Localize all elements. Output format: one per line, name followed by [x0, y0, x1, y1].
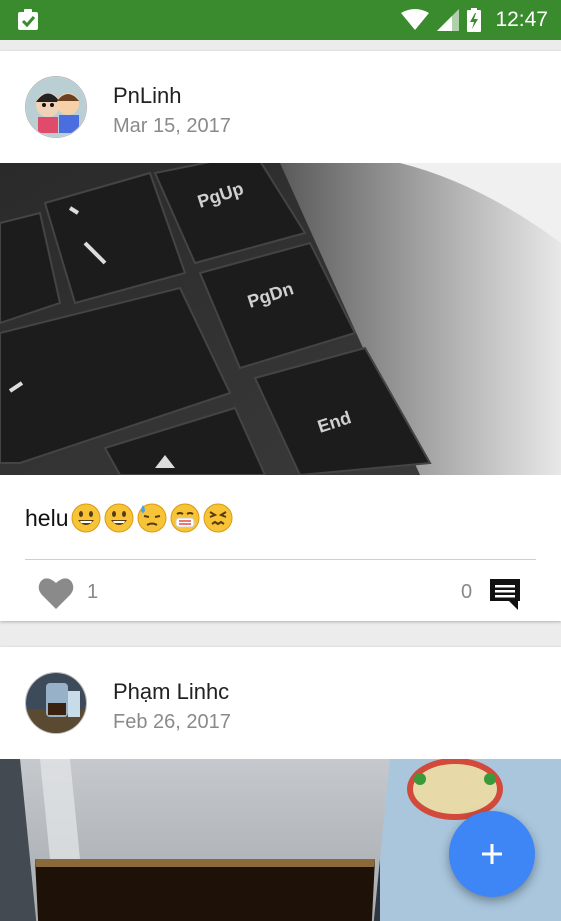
post-actions: 1 0 [0, 566, 561, 621]
avatar[interactable] [25, 672, 87, 734]
post-header[interactable]: Phạm Linhc Feb 26, 2017 [0, 647, 561, 759]
post-card[interactable]: PnLinh Mar 15, 2017 PgUp PgDn End helu 1… [0, 51, 561, 621]
comment-icon[interactable] [488, 577, 522, 611]
like-count: 1 [87, 581, 99, 603]
divider [25, 559, 536, 560]
status-bar: 12:47 [0, 0, 561, 40]
author-name[interactable]: Phạm Linhc [113, 679, 229, 705]
face-with-mask-emoji [170, 503, 200, 533]
post-date: Mar 15, 2017 [113, 115, 231, 137]
add-post-button[interactable] [449, 811, 535, 897]
downcast-sweat-face-emoji [137, 503, 167, 533]
battery-charging-icon [467, 8, 482, 32]
post-header[interactable]: PnLinh Mar 15, 2017 [0, 51, 561, 163]
confounded-face-emoji [203, 503, 233, 533]
post-caption: helu [25, 503, 233, 533]
author-name[interactable]: PnLinh [113, 83, 182, 109]
status-left [16, 9, 40, 31]
status-time: 12:47 [495, 8, 548, 31]
grinning-face-emoji [71, 503, 101, 533]
caption-text: helu [25, 504, 69, 531]
signal-icon [437, 9, 460, 31]
clipboard-check-icon [18, 9, 38, 30]
avatar[interactable] [25, 76, 87, 138]
plus-icon [482, 844, 502, 864]
comment-count: 0 [461, 581, 473, 603]
post-date: Feb 26, 2017 [113, 711, 231, 733]
post-image[interactable]: PgUp PgDn End [0, 163, 561, 475]
heart-icon[interactable] [38, 576, 74, 610]
grinning-face-emoji [104, 503, 134, 533]
status-right: 12:47 [401, 8, 548, 32]
feed[interactable]: PnLinh Mar 15, 2017 PgUp PgDn End helu 1… [0, 40, 561, 921]
wifi-icon [401, 9, 430, 30]
